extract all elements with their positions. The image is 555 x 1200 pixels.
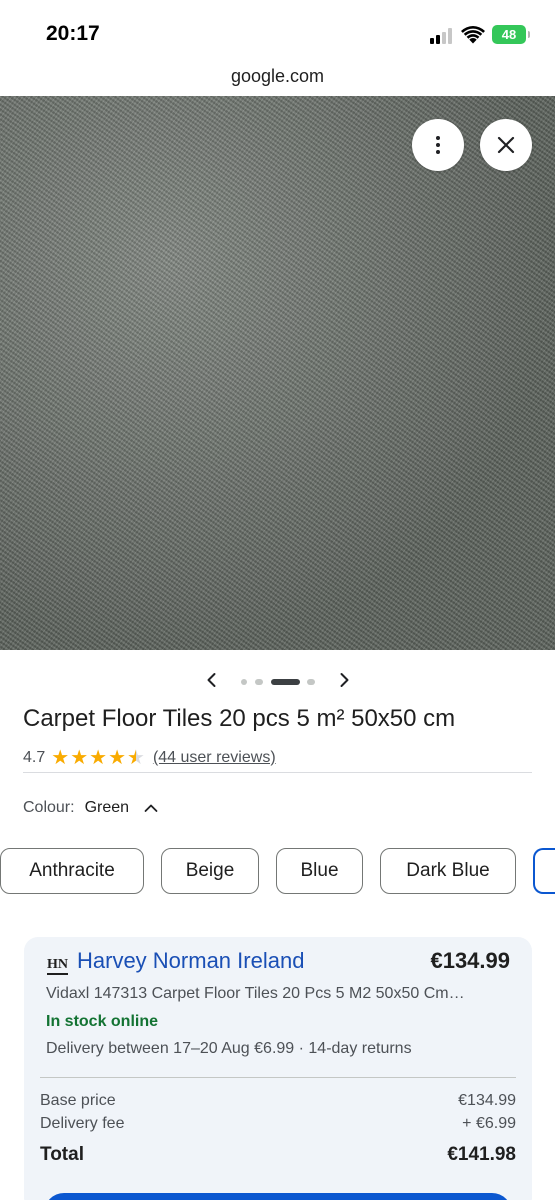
delivery-info: Delivery between 17–20 Aug €6.99 · 14-da… bbox=[46, 1040, 412, 1057]
delivery-fee-value: + €6.99 bbox=[462, 1115, 516, 1132]
product-title: Carpet Floor Tiles 20 pcs 5 m² 50x50 cm bbox=[23, 705, 456, 732]
close-button[interactable] bbox=[480, 119, 532, 171]
pager-dot-active[interactable] bbox=[271, 679, 300, 685]
rating-row: 4.7 ★ ★ ★ ★ ★ (44 user reviews) bbox=[23, 747, 276, 769]
divider bbox=[23, 772, 532, 773]
offer-card[interactable]: HN Harvey Norman Ireland €134.99 Vidaxl … bbox=[24, 937, 532, 1200]
cellular-signal-icon bbox=[430, 28, 454, 44]
total-label: Total bbox=[40, 1144, 84, 1165]
status-bar: 20:17 48 bbox=[0, 0, 555, 62]
total-value: €141.98 bbox=[447, 1144, 516, 1165]
star-icon: ★ bbox=[108, 747, 126, 769]
visit-site-button[interactable] bbox=[44, 1193, 512, 1200]
product-image[interactable] bbox=[0, 96, 555, 650]
colour-chip-beige[interactable]: Beige bbox=[161, 848, 259, 894]
pager-dot[interactable] bbox=[255, 679, 263, 685]
url-bar[interactable]: google.com bbox=[0, 62, 555, 94]
offer-price: €134.99 bbox=[430, 948, 510, 973]
rating-value: 4.7 bbox=[23, 749, 46, 766]
image-carousel-nav bbox=[0, 666, 555, 696]
total-row: Total €141.98 bbox=[40, 1144, 516, 1166]
merchant-logo: HN bbox=[47, 958, 68, 975]
base-price-value: €134.99 bbox=[458, 1092, 516, 1109]
chevron-left-icon[interactable] bbox=[202, 670, 222, 690]
reviews-link[interactable]: (44 user reviews) bbox=[153, 749, 276, 767]
wifi-icon bbox=[461, 26, 485, 44]
pager-dot[interactable] bbox=[307, 679, 315, 685]
merchant-name-link[interactable]: Harvey Norman Ireland bbox=[77, 948, 304, 974]
offer-description[interactable]: Vidaxl 147313 Carpet Floor Tiles 20 Pcs … bbox=[46, 985, 465, 1003]
colour-selector[interactable]: Colour: Green bbox=[23, 797, 159, 819]
delivery-fee-label: Delivery fee bbox=[40, 1115, 125, 1132]
colour-chips: Anthracite Beige Blue Dark Blue bbox=[0, 848, 555, 894]
status-time: 20:17 bbox=[46, 22, 100, 45]
more-options-button[interactable] bbox=[412, 119, 464, 171]
colour-chip-blue[interactable]: Blue bbox=[276, 848, 363, 894]
star-rating: ★ ★ ★ ★ ★ bbox=[51, 748, 145, 768]
colour-label: Colour: bbox=[23, 799, 75, 816]
more-vertical-icon bbox=[436, 136, 440, 154]
colour-chip-dark-blue[interactable]: Dark Blue bbox=[380, 848, 516, 894]
star-icon: ★ bbox=[51, 747, 70, 769]
pager-dot[interactable] bbox=[241, 679, 247, 685]
chevron-up-icon[interactable] bbox=[143, 800, 159, 816]
colour-chip-anthracite[interactable]: Anthracite bbox=[0, 848, 144, 894]
close-icon bbox=[497, 136, 515, 154]
delivery-fee-row: Delivery fee + €6.99 bbox=[40, 1115, 516, 1133]
stock-status: In stock online bbox=[46, 1013, 159, 1030]
star-icon: ★ bbox=[89, 747, 108, 769]
colour-value: Green bbox=[84, 799, 130, 816]
divider bbox=[40, 1077, 516, 1078]
half-star-icon: ★ bbox=[127, 747, 145, 769]
chevron-right-icon[interactable] bbox=[334, 670, 354, 690]
star-icon: ★ bbox=[70, 747, 89, 769]
base-price-label: Base price bbox=[40, 1092, 116, 1109]
battery-indicator: 48 bbox=[492, 25, 530, 44]
base-price-row: Base price €134.99 bbox=[40, 1092, 516, 1110]
colour-chip-green[interactable] bbox=[533, 848, 555, 894]
